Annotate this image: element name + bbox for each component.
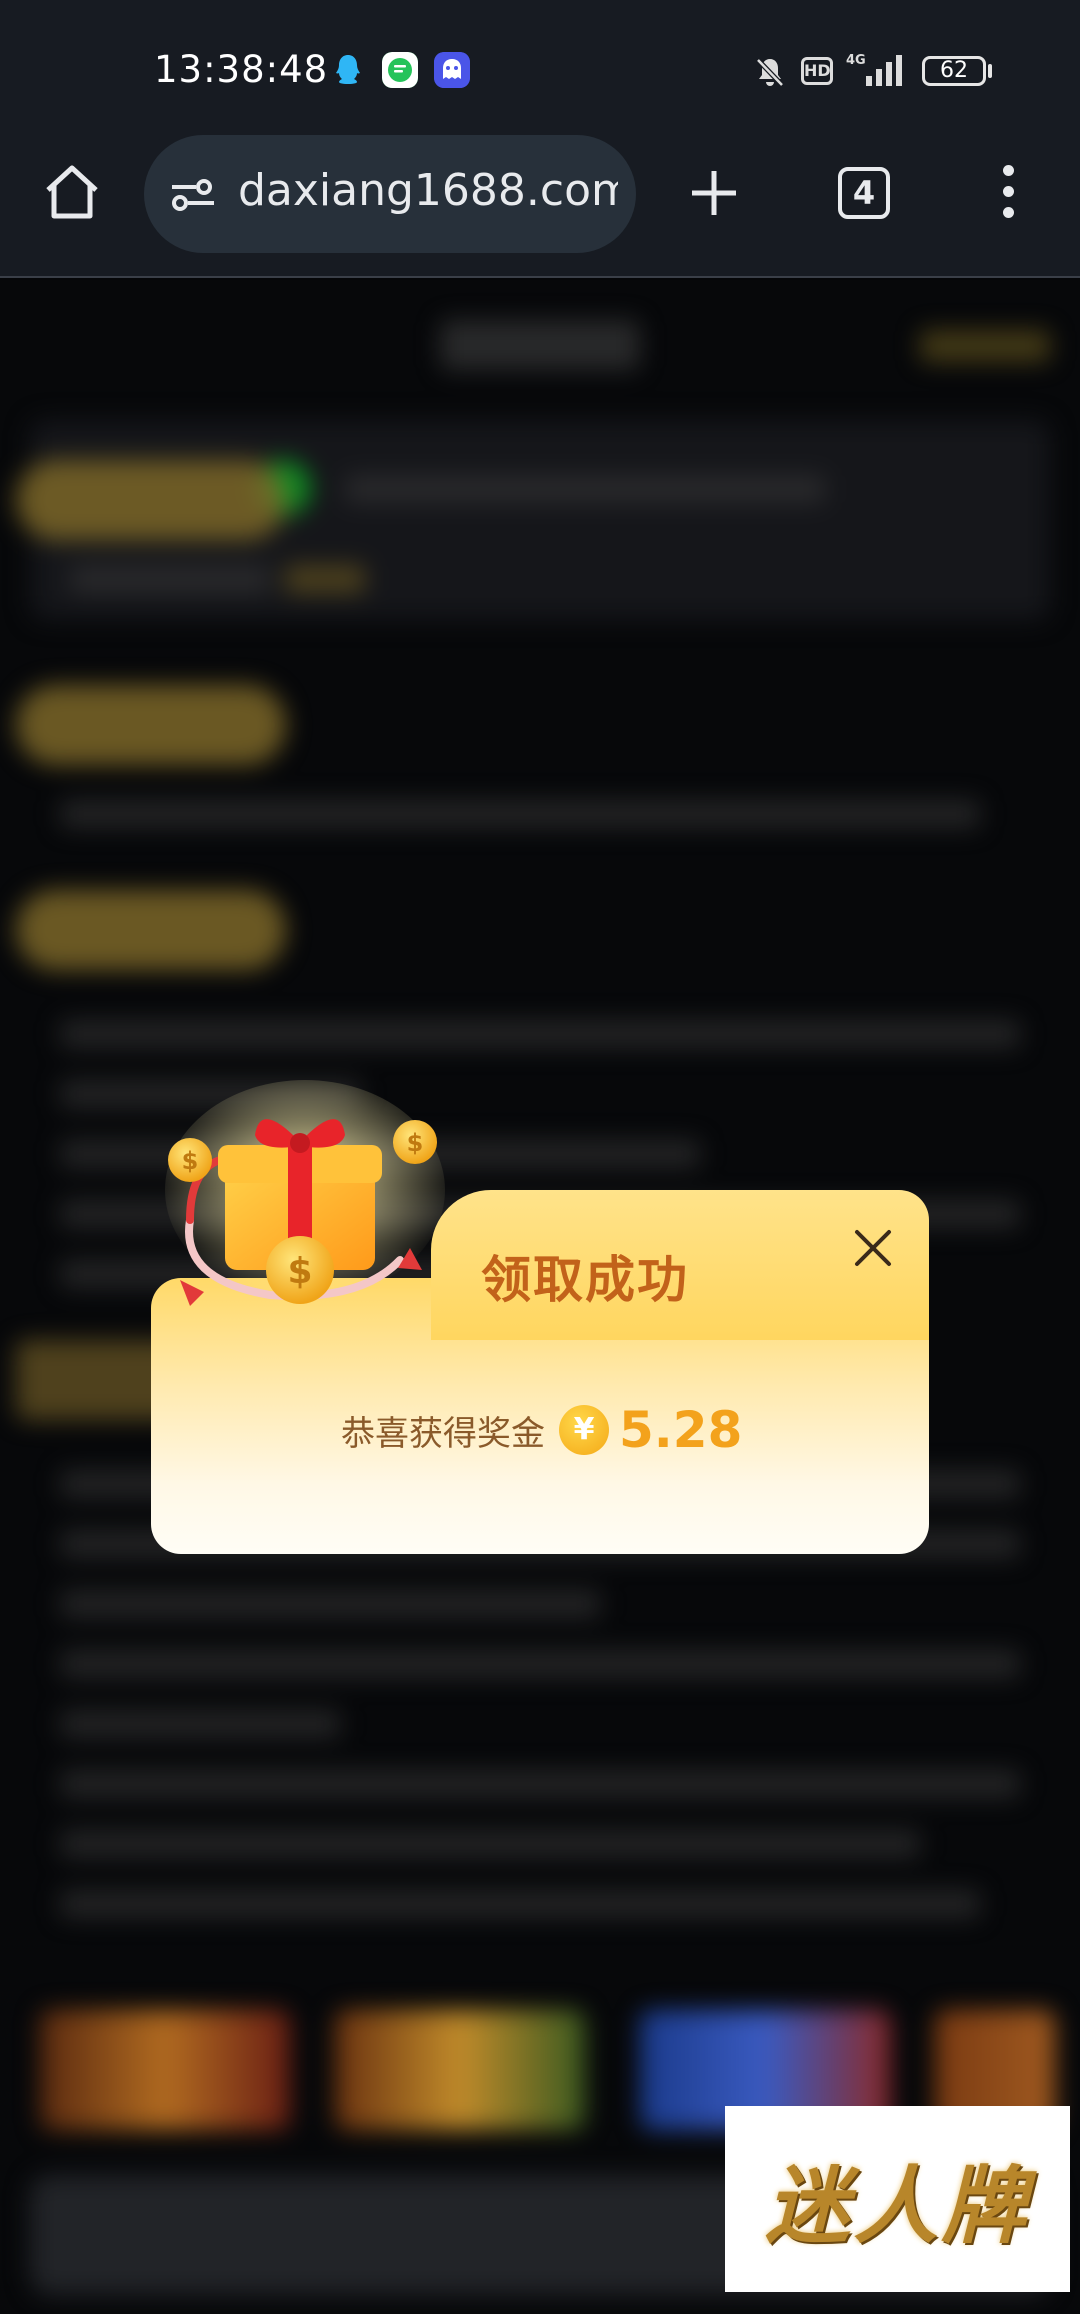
bg-text-line [345, 475, 825, 503]
battery-tip [988, 64, 992, 78]
chat-notification-icon [382, 52, 418, 88]
bg-header-link [920, 330, 1050, 362]
hd-badge: HD [801, 57, 833, 85]
modal-title: 领取成功 [481, 1251, 689, 1309]
watermark-logo: 迷人牌 [725, 2106, 1070, 2292]
yuan-coin-icon: ¥ [559, 1405, 609, 1455]
bg-section-pill [16, 890, 286, 970]
more-menu-icon[interactable] [998, 165, 1018, 223]
site-settings-icon[interactable] [170, 175, 216, 215]
bg-text-line [60, 1770, 1020, 1798]
ghost-app-notification-icon [434, 52, 470, 88]
bg-text-line [70, 565, 270, 593]
bg-text-line [60, 1710, 340, 1738]
bg-text-line [60, 1890, 980, 1918]
bg-game-thumbnail [40, 2010, 290, 2130]
svg-text:$: $ [182, 1147, 199, 1175]
qq-notification-icon [336, 55, 360, 84]
bg-text-line [60, 1650, 1020, 1678]
battery-indicator: 62 [922, 56, 986, 86]
close-icon[interactable] [851, 1226, 895, 1270]
status-time: 13:38:48 [154, 48, 329, 91]
url-text: daxiang1688.com [238, 165, 618, 216]
bg-game-thumbnail [335, 2010, 585, 2130]
bg-section-pill [16, 460, 286, 540]
signal-4g-icon: 4G [846, 53, 902, 86]
browser-toolbar: daxiang1688.com 4 [0, 135, 1080, 278]
bg-text-line [60, 1830, 920, 1858]
bg-header-title [440, 320, 640, 370]
new-tab-icon[interactable] [686, 165, 742, 221]
tab-switcher-button[interactable]: 4 [838, 167, 890, 219]
bg-text-line [285, 565, 365, 593]
reward-label: 恭喜获得奖金 [341, 1413, 545, 1454]
mute-bell-icon [756, 58, 784, 87]
bg-text-line [60, 1590, 600, 1618]
watermark-text: 迷人牌 [765, 2155, 1030, 2255]
gift-box-icon: $ $ $ [165, 1080, 445, 1306]
network-label: 4G [846, 53, 866, 68]
bg-text-line [60, 800, 980, 828]
svg-text:$: $ [407, 1129, 424, 1157]
home-icon[interactable] [40, 160, 104, 224]
bg-text-line [60, 1020, 1020, 1048]
status-bar: 13:38:48 HD 4G 62 [0, 0, 1080, 135]
svg-text:$: $ [287, 1251, 312, 1292]
bg-section-pill [16, 685, 286, 765]
reward-row: 恭喜获得奖金 ¥ 5.28 [341, 1400, 742, 1460]
reward-amount: 5.28 [619, 1401, 743, 1459]
